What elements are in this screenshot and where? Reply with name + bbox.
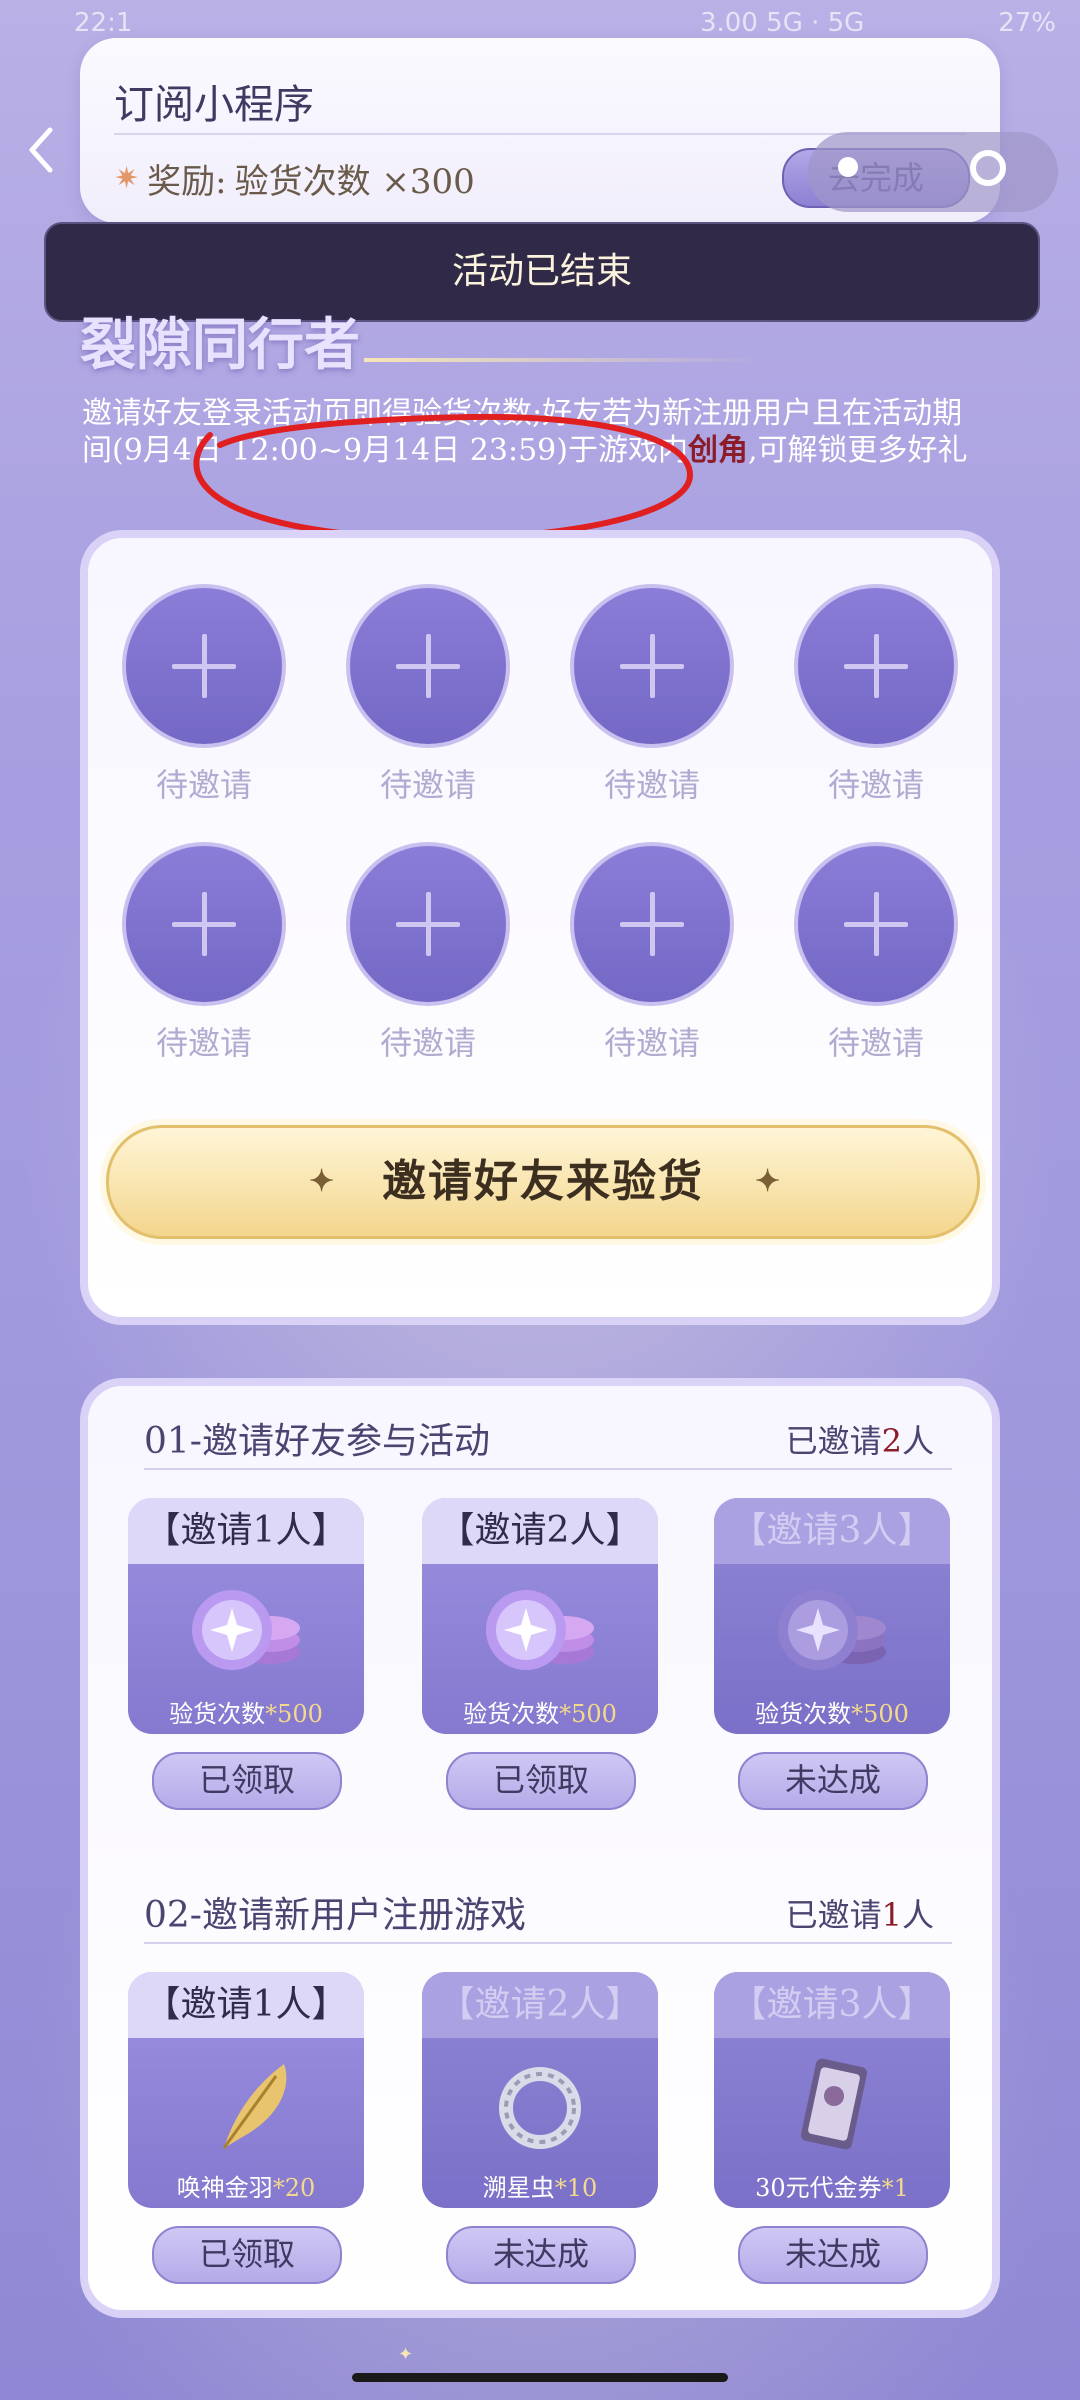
reward-card-head: 【邀请1人】 bbox=[128, 1972, 364, 2038]
add-friend-icon[interactable] bbox=[570, 842, 734, 1006]
coin-icon bbox=[192, 1590, 300, 1670]
reward-value: 溯星虫*10 bbox=[422, 2168, 658, 2203]
reward-label: 奖励: bbox=[147, 162, 227, 202]
reward-name: 验货次数 bbox=[463, 1700, 560, 1728]
invite-slot[interactable]: 待邀请 bbox=[346, 584, 510, 806]
reward-name: 30元代金券 bbox=[755, 2174, 882, 2202]
event-title: 裂隙同行者 bbox=[80, 312, 360, 378]
claim-status-button[interactable]: 已领取 bbox=[152, 1752, 342, 1810]
add-friend-icon[interactable] bbox=[346, 842, 510, 1006]
invite-slot[interactable]: 待邀请 bbox=[570, 584, 734, 806]
reward-card: 【邀请2人】 验货次数*500 bbox=[422, 1498, 658, 1734]
desc-part2: ,可解锁更多好礼 bbox=[747, 433, 968, 468]
invite-button-label: 邀请好友来验货 bbox=[382, 1156, 704, 1207]
invite-slot-label: 待邀请 bbox=[155, 766, 252, 804]
add-friend-icon[interactable] bbox=[346, 584, 510, 748]
reward-name: 溯星虫 bbox=[482, 2174, 555, 2202]
feather-icon bbox=[222, 2064, 287, 2149]
reward-value: 验货次数*500 bbox=[422, 1694, 658, 1729]
reward-text: 验货次数 ×300 bbox=[234, 162, 475, 202]
miniprogram-capsule[interactable] bbox=[808, 132, 1058, 212]
status-battery: 27% bbox=[998, 8, 1056, 38]
invite-slot-label: 待邀请 bbox=[379, 1024, 476, 1062]
sparkle-icon: ✦ bbox=[398, 2344, 414, 2365]
close-miniprogram-icon[interactable] bbox=[970, 150, 1006, 186]
invite-slot-label: 待邀请 bbox=[603, 1024, 700, 1062]
section2-divider bbox=[144, 1942, 952, 1944]
sparkle-icon: ✦ bbox=[755, 1164, 783, 1199]
status-network: 3.00 5G · 5G bbox=[700, 8, 865, 38]
invite-slot-label: 待邀请 bbox=[379, 766, 476, 804]
reward-value: 30元代金券*1 bbox=[714, 2168, 950, 2203]
reward-qty: *10 bbox=[554, 2174, 598, 2202]
reward-qty: *500 bbox=[559, 1700, 617, 1728]
reward-value: 唤神金羽*20 bbox=[128, 2168, 364, 2203]
add-friend-icon[interactable] bbox=[122, 584, 286, 748]
reward-card-head: 【邀请3人】 bbox=[714, 1498, 950, 1564]
invite-slot[interactable]: 待邀请 bbox=[346, 842, 510, 1064]
reward-card-head: 【邀请2人】 bbox=[422, 1972, 658, 2038]
reward-card-head: 【邀请1人】 bbox=[128, 1498, 364, 1564]
sparkle-icon: ✷ bbox=[114, 161, 140, 196]
invite-slot[interactable]: 待邀请 bbox=[122, 584, 286, 806]
add-friend-icon[interactable] bbox=[122, 842, 286, 1006]
title-decoration bbox=[364, 358, 764, 362]
coin-icon bbox=[778, 1590, 886, 1670]
back-icon[interactable] bbox=[20, 120, 60, 180]
more-icon[interactable] bbox=[838, 157, 858, 177]
reward-name: 验货次数 bbox=[169, 1700, 266, 1728]
section2-title: 02-邀请新用户注册游戏 bbox=[144, 1895, 526, 1936]
subscribe-title: 订阅小程序 bbox=[114, 82, 314, 128]
voucher-icon bbox=[800, 2058, 868, 2150]
invite-slot-label: 待邀请 bbox=[827, 1024, 924, 1062]
reward-card: 【邀请1人】 验货次数*500 bbox=[128, 1498, 364, 1734]
status-time: 22:1 bbox=[74, 8, 133, 38]
count-prefix: 已邀请 bbox=[785, 1422, 882, 1460]
reward-qty: *500 bbox=[851, 1700, 909, 1728]
claim-status-button[interactable]: 未达成 bbox=[738, 2226, 928, 2284]
subscribe-reward: ✷ 奖励: 验货次数 ×300 bbox=[114, 154, 475, 203]
reward-value: 验货次数*500 bbox=[128, 1694, 364, 1729]
claim-status-button[interactable]: 已领取 bbox=[446, 1752, 636, 1810]
section1-title: 01-邀请好友参与活动 bbox=[144, 1421, 490, 1462]
invite-slot-label: 待邀请 bbox=[827, 766, 924, 804]
invite-slot[interactable]: 待邀请 bbox=[570, 842, 734, 1064]
reward-qty: *1 bbox=[881, 2174, 909, 2202]
home-indicator[interactable] bbox=[352, 2373, 728, 2382]
add-friend-icon[interactable] bbox=[794, 842, 958, 1006]
count-number: 2 bbox=[881, 1422, 902, 1460]
reward-card-head: 【邀请2人】 bbox=[422, 1498, 658, 1564]
section2-count: 已邀请1人 bbox=[786, 1890, 934, 1936]
reward-card: 【邀请3人】 30元代金券*1 bbox=[714, 1972, 950, 2208]
invite-slot[interactable]: 待邀请 bbox=[122, 842, 286, 1064]
count-suffix: 人 bbox=[901, 1896, 934, 1934]
reward-value: 验货次数*500 bbox=[714, 1694, 950, 1729]
coin-icon bbox=[486, 1590, 594, 1670]
reward-name: 验货次数 bbox=[755, 1700, 852, 1728]
count-prefix: 已邀请 bbox=[785, 1896, 882, 1934]
sparkle-icon: ✦ bbox=[309, 1164, 337, 1199]
count-number: 1 bbox=[881, 1896, 902, 1934]
claim-status-button[interactable]: 未达成 bbox=[446, 2226, 636, 2284]
reward-card: 【邀请2人】 溯星虫*10 bbox=[422, 1972, 658, 2208]
reward-card: 【邀请3人】 验货次数*500 bbox=[714, 1498, 950, 1734]
section1-count: 已邀请2人 bbox=[786, 1416, 934, 1462]
claim-status-button[interactable]: 未达成 bbox=[738, 1752, 928, 1810]
ring-icon bbox=[499, 2067, 581, 2149]
section1-divider bbox=[144, 1468, 952, 1470]
invite-slot[interactable]: 待邀请 bbox=[794, 842, 958, 1064]
invite-friends-button[interactable]: ✦ 邀请好友来验货 ✦ bbox=[106, 1125, 980, 1239]
claim-status-button[interactable]: 已领取 bbox=[152, 2226, 342, 2284]
reward-qty: *20 bbox=[272, 2174, 316, 2202]
reward-card: 【邀请1人】 唤神金羽*20 bbox=[128, 1972, 364, 2208]
reward-card-head: 【邀请3人】 bbox=[714, 1972, 950, 2038]
invite-slot-label: 待邀请 bbox=[603, 766, 700, 804]
count-suffix: 人 bbox=[901, 1422, 934, 1460]
add-friend-icon[interactable] bbox=[794, 584, 958, 748]
reward-qty: *500 bbox=[265, 1700, 323, 1728]
add-friend-icon[interactable] bbox=[570, 584, 734, 748]
reward-name: 唤神金羽 bbox=[176, 2174, 273, 2202]
invite-slot-label: 待邀请 bbox=[155, 1024, 252, 1062]
invite-slot[interactable]: 待邀请 bbox=[794, 584, 958, 806]
